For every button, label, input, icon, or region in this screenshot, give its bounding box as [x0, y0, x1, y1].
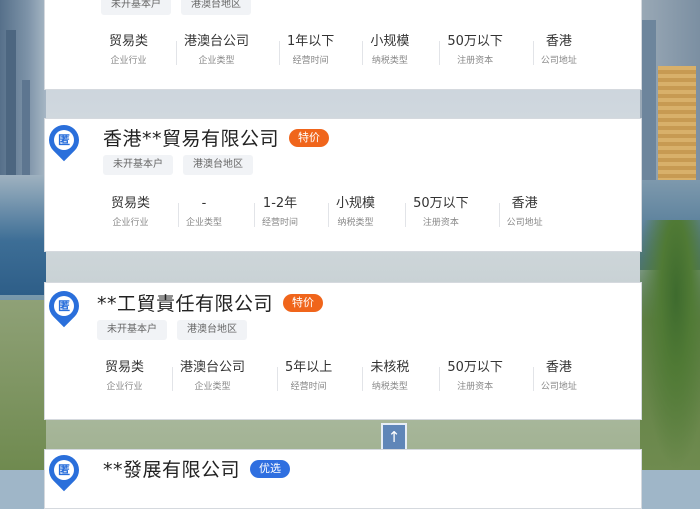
stat-industry: 贸易类 企业行业 [97, 359, 152, 394]
stat-value: 贸易类 [109, 34, 149, 49]
stat-value: 1-2年 [262, 196, 298, 211]
stat-tax-type: 小规模 纳税类型 [362, 33, 417, 68]
stat-value: 香港 [511, 196, 538, 211]
background-tower [642, 20, 656, 200]
location-pin-icon: 匿 [42, 448, 86, 492]
listing-tags: 未开基本户 港澳台地区 [103, 155, 253, 175]
stat-tax-type: 未核税 纳税类型 [362, 359, 417, 394]
stat-label: 企业类型 [194, 382, 231, 392]
stat-value: 贸易类 [111, 196, 151, 211]
stat-label: 企业行业 [106, 382, 143, 392]
stat-registered-capital: 50万以下 注册资本 [439, 359, 511, 394]
stat-value: 50万以下 [413, 196, 469, 211]
stat-value: 贸易类 [105, 360, 145, 375]
background-water-left [0, 175, 46, 295]
stat-company-type: 港澳台公司 企业类型 [172, 359, 253, 394]
stat-value: 50万以下 [447, 360, 503, 375]
stat-value: 小规模 [336, 196, 376, 211]
location-pin-icon: 匿 [42, 284, 86, 328]
stat-label: 经营时间 [262, 218, 299, 228]
stat-label: 企业行业 [110, 56, 147, 66]
stat-value: 港澳台公司 [184, 34, 250, 49]
stat-value: 小规模 [370, 34, 410, 49]
stat-label: 企业类型 [198, 56, 235, 66]
listing-stats: 贸易类 企业行业 港澳台公司 企业类型 5年以上 经营时间 未核税 纳税类型 5… [97, 359, 585, 394]
listing-title-row: **發展有限公司 优选 [103, 455, 291, 482]
listing-tags: 未开基本户 港澳台地区 [97, 320, 247, 340]
stat-label: 企业行业 [112, 218, 149, 228]
stat-industry: 贸易类 企业行业 [103, 195, 158, 230]
stat-label: 注册资本 [457, 382, 494, 392]
company-title[interactable]: **工貿責任有限公司 [97, 289, 273, 316]
stat-value: - [201, 196, 207, 211]
tag-badge: 未开基本户 [101, 0, 171, 15]
stat-company-type: - 企业类型 [178, 195, 230, 230]
stat-value: 香港 [545, 34, 572, 49]
listing-card[interactable]: 匿 香港**貿易有限公司 特价 未开基本户 港澳台地区 贸易类 企业行业 - 企… [42, 118, 642, 252]
stat-operating-time: 5年以上 经营时间 [277, 359, 340, 394]
listing-card[interactable]: 未开基本户 港澳台地区 贸易类 企业行业 港澳台公司 企业类型 1年以下 经营时… [44, 0, 642, 90]
stat-label: 注册资本 [422, 218, 459, 228]
special-price-badge: 特价 [283, 293, 324, 312]
listing-tags: 未开基本户 港澳台地区 [101, 0, 251, 15]
stat-company-type: 港澳台公司 企业类型 [176, 33, 257, 68]
tag-badge: 港澳台地区 [183, 155, 253, 175]
stat-registered-capital: 50万以下 注册资本 [439, 33, 511, 68]
stat-value: 香港 [545, 360, 572, 375]
stat-value: 5年以上 [285, 360, 333, 375]
tag-badge: 港澳台地区 [177, 320, 247, 340]
pin-glyph: 匿 [54, 296, 74, 316]
listing-card[interactable]: 匿 **發展有限公司 优选 [42, 448, 642, 509]
stat-value: 未核税 [370, 360, 410, 375]
stat-operating-time: 1年以下 经营时间 [279, 33, 342, 68]
stat-label: 企业类型 [186, 218, 223, 228]
stat-company-address: 香港 公司地址 [532, 33, 585, 68]
stat-value: 50万以下 [447, 34, 503, 49]
tag-badge: 港澳台地区 [181, 0, 251, 15]
background-tower-gold [658, 66, 696, 196]
listing-stats: 贸易类 企业行业 - 企业类型 1-2年 经营时间 小规模 纳税类型 50万以下… [103, 195, 551, 230]
special-price-badge: 特价 [289, 128, 330, 147]
stat-label: 公司地址 [506, 218, 543, 228]
company-title[interactable]: 香港**貿易有限公司 [103, 124, 279, 151]
stat-tax-type: 小规模 纳税类型 [328, 195, 383, 230]
pin-glyph: 匿 [54, 130, 74, 150]
stat-value: 1年以下 [287, 34, 335, 49]
location-pin-icon: 匿 [42, 118, 86, 162]
listing-title-row: 香港**貿易有限公司 特价 [103, 124, 330, 151]
stat-registered-capital: 50万以下 注册资本 [405, 195, 477, 230]
stat-label: 公司地址 [540, 56, 577, 66]
background-grass-left [0, 300, 46, 470]
stat-value: 港澳台公司 [180, 360, 246, 375]
listing-title-row: **工貿責任有限公司 特价 [97, 289, 324, 316]
stat-label: 公司地址 [540, 382, 577, 392]
preferred-badge: 优选 [250, 459, 291, 478]
listing-card[interactable]: 匿 **工貿責任有限公司 特价 未开基本户 港澳台地区 贸易类 企业行业 港澳台… [42, 282, 642, 420]
stat-label: 经营时间 [290, 382, 327, 392]
stat-operating-time: 1-2年 经营时间 [254, 195, 306, 230]
scroll-up-arrow-icon[interactable]: ↑ [381, 423, 407, 451]
stat-company-address: 香港 公司地址 [532, 359, 585, 394]
pin-glyph: 匿 [54, 460, 74, 480]
stat-label: 纳税类型 [337, 218, 374, 228]
tag-badge: 未开基本户 [103, 155, 173, 175]
stat-label: 纳税类型 [371, 382, 408, 392]
tag-badge: 未开基本户 [97, 320, 167, 340]
listing-stats: 贸易类 企业行业 港澳台公司 企业类型 1年以下 经营时间 小规模 纳税类型 5… [101, 33, 585, 68]
stat-company-address: 香港 公司地址 [498, 195, 551, 230]
stat-label: 注册资本 [457, 56, 494, 66]
stat-label: 纳税类型 [371, 56, 408, 66]
background-palm-right [640, 220, 700, 470]
stat-industry: 贸易类 企业行业 [101, 33, 156, 68]
company-title[interactable]: **發展有限公司 [103, 455, 240, 482]
stat-label: 经营时间 [292, 56, 329, 66]
